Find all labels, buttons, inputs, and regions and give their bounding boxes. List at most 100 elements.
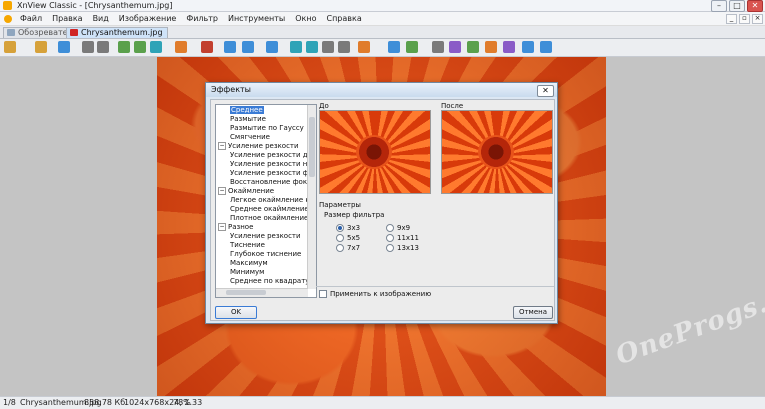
tree-item[interactable]: Плотное окаймление к (230, 214, 315, 223)
tree-item[interactable]: − Разное (218, 223, 253, 232)
fit-window-icon[interactable] (406, 41, 418, 53)
tree-item[interactable]: Смягчение (230, 133, 270, 142)
rotate-left-icon[interactable] (118, 41, 130, 53)
tree-collapse-icon[interactable]: − (218, 187, 226, 195)
params-label: Параметры (319, 201, 361, 209)
crop-icon[interactable] (82, 41, 94, 53)
first-icon[interactable] (322, 41, 334, 53)
info-icon[interactable] (540, 41, 552, 53)
cancel-button[interactable]: Отмена (513, 306, 553, 319)
size-3x3-radio[interactable]: 3x3 (336, 224, 360, 232)
menu-edit[interactable]: Правка (47, 12, 87, 25)
tree-item-label: Смягчение (230, 133, 270, 141)
menu-image[interactable]: Изображение (114, 12, 182, 25)
toolbar (0, 39, 765, 57)
next-icon[interactable] (306, 41, 318, 53)
mdi-minimize-button[interactable]: _ (726, 14, 737, 24)
tree-item-label: Среднее окаймление к (230, 205, 316, 213)
print-icon[interactable] (449, 41, 461, 53)
scan-icon[interactable] (467, 41, 479, 53)
effects-tree[interactable]: Среднее Размытие Размытие по Гауссу Смягчен… (215, 104, 317, 298)
rotate-right-icon[interactable] (134, 41, 146, 53)
menu-file[interactable]: Файл (15, 12, 47, 25)
wallpaper-icon[interactable] (485, 41, 497, 53)
search-icon[interactable] (432, 41, 444, 53)
tree-horizontal-scrollbar[interactable] (216, 288, 308, 297)
size-5x5-radio[interactable]: 5x5 (336, 234, 360, 242)
tree-collapse-icon[interactable]: − (218, 223, 226, 231)
tree-vertical-scrollbar[interactable] (307, 105, 316, 289)
tree-item-label: Максимум (230, 259, 268, 267)
tree-item-label: Легкое окаймление кр (230, 196, 315, 204)
minimize-button[interactable]: – (711, 0, 727, 12)
menu-help[interactable]: Справка (321, 12, 366, 25)
tree-item[interactable]: Усиление резкости де (230, 151, 312, 160)
mdi-close-button[interactable]: × (752, 14, 763, 24)
tree-item[interactable]: Размытие по Гауссу (230, 124, 304, 133)
settings-gear-icon[interactable] (522, 41, 534, 53)
status-page: 1/8 (3, 398, 16, 407)
tree-item-label: Усиление резкости де (230, 151, 312, 159)
effects-icon[interactable] (201, 41, 213, 53)
menu-window[interactable]: Окно (290, 12, 321, 25)
tree-item-label: Минимум (230, 268, 265, 276)
mdi-restore-button[interactable]: ▫ (739, 14, 750, 24)
tree-item[interactable]: Среднее (230, 106, 264, 115)
adjust-icon[interactable] (150, 41, 162, 53)
size-11x11-radio[interactable]: 11x11 (386, 234, 419, 242)
menu-tools[interactable]: Инструменты (223, 12, 290, 25)
menu-filter[interactable]: Фильтр (181, 12, 223, 25)
slideshow-icon[interactable] (358, 41, 370, 53)
size-13x13-radio[interactable]: 13x13 (386, 244, 419, 252)
tree-item[interactable]: Максимум (230, 259, 268, 268)
maximize-button[interactable]: □ (729, 0, 745, 12)
tree-item[interactable]: − Окаймление (218, 187, 274, 196)
tree-item-label: Среднее (230, 106, 264, 114)
zoom-in-icon[interactable] (224, 41, 236, 53)
tree-item[interactable]: Среднее по квадрату (230, 277, 309, 286)
tree-item[interactable]: Размытие (230, 115, 266, 124)
tree-item-label: Размытие (230, 115, 266, 123)
tree-item-label: Тиснение (230, 241, 265, 249)
dialog-close-button[interactable]: ✕ (537, 85, 554, 97)
tab-image-label: Chrysanthemum.jpg (81, 28, 163, 37)
xnview-app-icon (3, 1, 12, 10)
tree-collapse-icon[interactable]: − (218, 142, 226, 150)
tree-item[interactable]: Восстановление фоку (230, 178, 311, 187)
browser-tool-icon[interactable] (4, 41, 16, 53)
size-7x7-radio[interactable]: 7x7 (336, 244, 360, 252)
close-button[interactable]: ✕ (747, 0, 763, 12)
tree-item[interactable]: Легкое окаймление кр (230, 196, 314, 205)
resize-icon[interactable] (97, 41, 109, 53)
tree-item[interactable]: Среднее окаймление к (230, 205, 315, 214)
tree-item-label: Среднее по квадрату (230, 277, 310, 285)
tree-item[interactable]: Минимум (230, 268, 264, 277)
status-bar: 1/8 Chrysanthemum.jpg 858.78 Кб 1024x768… (0, 396, 765, 409)
tree-item[interactable]: Усиление резкости фо (230, 169, 313, 178)
tree-item[interactable]: Усиление резкости на (230, 160, 312, 169)
tree-item[interactable]: Усиление резкости (230, 232, 301, 241)
dialog-title: Эффекты (211, 85, 251, 94)
tree-item-label: Размытие по Гауссу (230, 124, 304, 132)
zoom-out-icon[interactable] (266, 41, 278, 53)
capture-icon[interactable] (503, 41, 515, 53)
menu-view[interactable]: Вид (88, 12, 114, 25)
zoom-menu-icon[interactable] (242, 41, 254, 53)
tab-image[interactable]: Chrysanthemum.jpg (66, 27, 168, 38)
tree-item[interactable]: Глубокое тиснение (230, 250, 301, 259)
tab-bar: Обозреватель Chrysanthemum.jpg (0, 26, 765, 39)
tree-item[interactable]: − Усиление резкости (218, 142, 299, 151)
ok-button[interactable]: OK (215, 306, 257, 319)
filter-icon[interactable] (175, 41, 187, 53)
save-icon[interactable] (58, 41, 70, 53)
previous-icon[interactable] (290, 41, 302, 53)
last-icon[interactable] (338, 41, 350, 53)
tree-item-label: Восстановление фоку (230, 178, 312, 186)
fullscreen-icon[interactable] (388, 41, 400, 53)
tree-item[interactable]: Тиснение (230, 241, 265, 250)
open-folder-icon[interactable] (35, 41, 47, 53)
size-9x9-radio[interactable]: 9x9 (386, 224, 410, 232)
tree-item-label: Плотное окаймление к (230, 214, 315, 222)
app-menu-icon[interactable] (4, 14, 12, 23)
apply-to-image-checkbox[interactable]: Применить к изображению (319, 290, 431, 298)
